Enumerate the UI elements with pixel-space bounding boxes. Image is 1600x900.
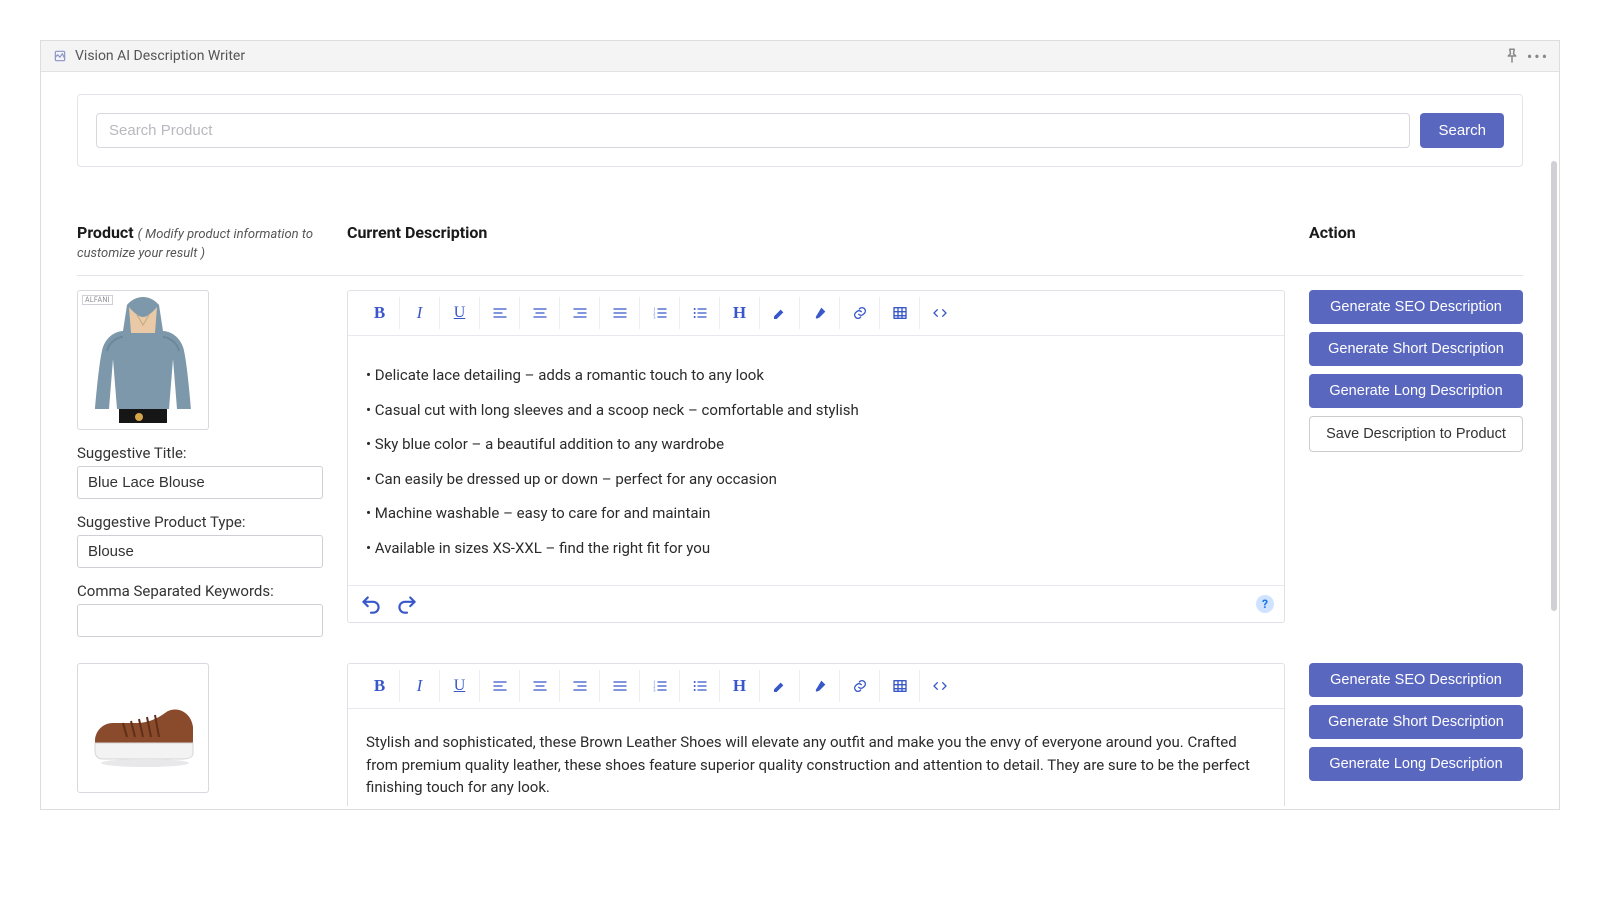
code-icon[interactable] [920,670,960,702]
pencil-icon[interactable] [760,670,800,702]
generate-short-button[interactable]: Generate Short Description [1309,332,1523,366]
table-icon[interactable] [880,670,920,702]
keywords-label: Comma Separated Keywords: [77,582,323,600]
app-title: Vision AI Description Writer [75,48,1495,64]
link-icon[interactable] [840,670,880,702]
bold-icon[interactable]: B [360,297,400,329]
italic-icon[interactable]: I [400,297,440,329]
app-icon [53,49,67,63]
bullet-line: • Machine washable – easy to care for an… [366,502,1266,525]
app-window: Vision AI Description Writer ••• Search … [40,40,1560,810]
brush-icon[interactable] [800,297,840,329]
unordered-list-icon[interactable] [680,297,720,329]
suggestive-title-label: Suggestive Title: [77,444,323,462]
product-heading-text: Product [77,223,134,242]
bullet-line: • Can easily be dressed up or down – per… [366,468,1266,491]
generate-short-button[interactable]: Generate Short Description [1309,705,1523,739]
code-icon[interactable] [920,297,960,329]
svg-text:3: 3 [653,314,655,319]
pin-icon[interactable] [1503,47,1521,65]
bullet-line: • Sky blue color – a beautiful addition … [366,433,1266,456]
bullet-line: • Available in sizes XS-XXL – find the r… [366,537,1266,560]
action-cell: Generate SEO Description Generate Short … [1309,290,1523,637]
help-icon[interactable]: ? [1256,595,1274,613]
editor-toolbar: B I U 123 H [348,291,1284,336]
svg-text:3: 3 [653,687,655,692]
product-cell [77,663,323,806]
align-justify-icon[interactable] [600,670,640,702]
unordered-list-icon[interactable] [680,670,720,702]
description-cell: B I U 123 H [347,663,1285,806]
rich-text-editor: B I U 123 H [347,663,1285,806]
product-column-header: Product ( Modify product information to … [77,223,323,275]
description-paragraph: Stylish and sophisticated, these Brown L… [366,731,1266,799]
underline-icon[interactable]: U [440,297,480,329]
underline-icon[interactable]: U [440,670,480,702]
brush-icon[interactable] [800,670,840,702]
titlebar: Vision AI Description Writer ••• [41,41,1559,72]
description-cell: B I U 123 H [347,290,1285,637]
editor-body[interactable]: • Delicate lace detailing – adds a roman… [348,336,1284,585]
description-column-header: Current Description [347,223,1285,275]
suggestive-title-input[interactable] [77,466,323,499]
align-right-icon[interactable] [560,297,600,329]
action-column-header: Action [1309,223,1523,275]
italic-icon[interactable]: I [400,670,440,702]
search-card: Search [77,94,1523,167]
generate-seo-button[interactable]: Generate SEO Description [1309,663,1523,697]
product-image [77,663,209,793]
align-center-icon[interactable] [520,297,560,329]
table-icon[interactable] [880,297,920,329]
bullet-line: • Delicate lace detailing – adds a roman… [366,364,1266,387]
product-cell: ALFANI Suggestive Title: [77,290,323,637]
save-description-button[interactable]: Save Description to Product [1309,416,1523,452]
ordered-list-icon[interactable]: 123 [640,670,680,702]
suggestive-type-input[interactable] [77,535,323,568]
image-brand-badge: ALFANI [82,295,113,305]
rich-text-editor: B I U 123 H [347,290,1285,623]
suggestive-type-label: Suggestive Product Type: [77,513,323,531]
main-area: Search Product ( Modify product informat… [41,72,1559,806]
link-icon[interactable] [840,297,880,329]
product-image: ALFANI [77,290,209,430]
bold-icon[interactable]: B [360,670,400,702]
align-left-icon[interactable] [480,297,520,329]
editor-toolbar: B I U 123 H [348,664,1284,709]
align-left-icon[interactable] [480,670,520,702]
align-justify-icon[interactable] [600,297,640,329]
undo-icon[interactable] [358,592,384,616]
heading-icon[interactable]: H [720,297,760,329]
editor-footer: ? [348,585,1284,622]
ordered-list-icon[interactable]: 123 [640,297,680,329]
brown-shoe-icon [83,678,203,778]
align-right-icon[interactable] [560,670,600,702]
heading-icon[interactable]: H [720,670,760,702]
keywords-input[interactable] [77,604,323,637]
header-divider [77,275,1523,276]
editor-body[interactable]: Stylish and sophisticated, these Brown L… [348,709,1284,806]
bullet-line: • Casual cut with long sleeves and a sco… [366,399,1266,422]
generate-seo-button[interactable]: Generate SEO Description [1309,290,1523,324]
generate-long-button[interactable]: Generate Long Description [1309,374,1523,408]
generate-long-button[interactable]: Generate Long Description [1309,747,1523,781]
blue-blouse-icon [79,291,207,429]
action-cell: Generate SEO Description Generate Short … [1309,663,1523,806]
more-icon[interactable]: ••• [1529,47,1547,65]
redo-icon[interactable] [394,592,420,616]
align-center-icon[interactable] [520,670,560,702]
search-input[interactable] [96,113,1410,148]
pencil-icon[interactable] [760,297,800,329]
search-button[interactable]: Search [1420,113,1504,148]
